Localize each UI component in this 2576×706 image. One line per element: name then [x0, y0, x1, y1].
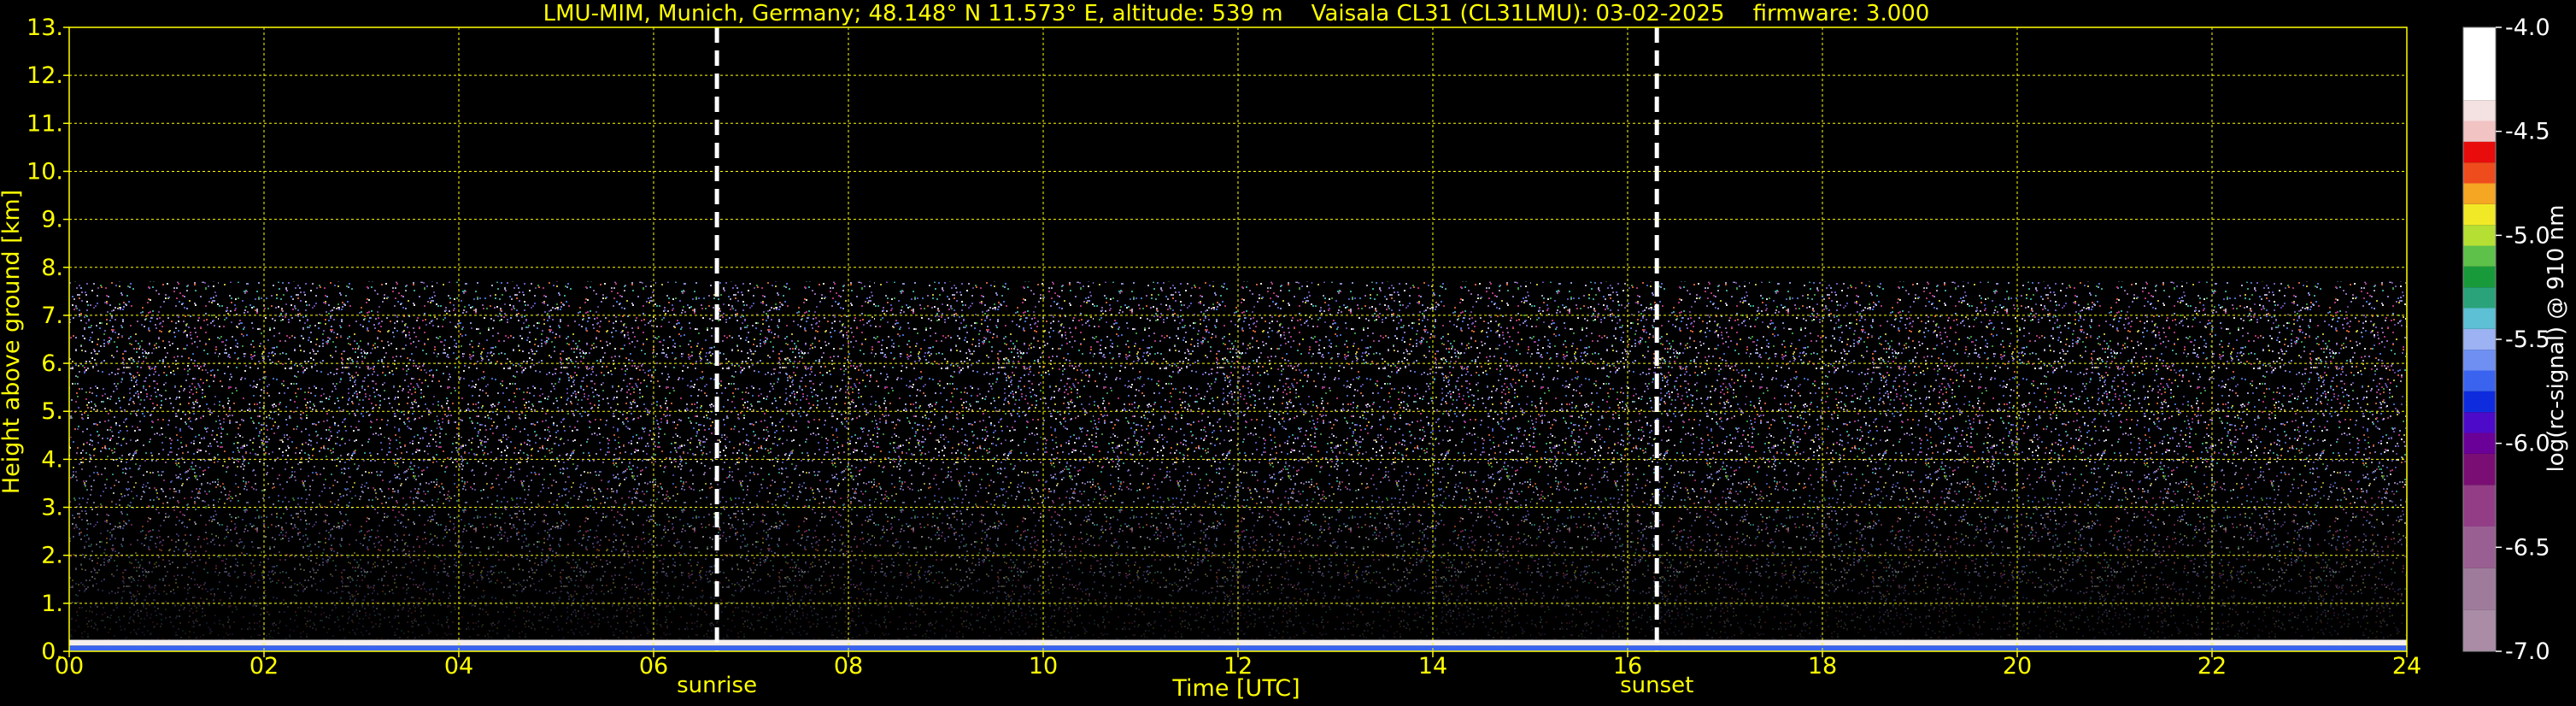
x-tick-label: 18	[1808, 653, 1837, 680]
x-tick-label: 22	[2198, 653, 2227, 680]
chart-title: LMU-MIM, Munich, Germany; 48.148° N 11.5…	[543, 1, 1930, 26]
colorbar-segment	[2463, 141, 2496, 163]
colorbar-segment	[2463, 162, 2496, 184]
colorbar-segment	[2463, 27, 2496, 101]
y-tick-label: 12.	[26, 62, 63, 89]
y-tick-label: 10.	[26, 158, 63, 185]
colorbar-segment	[2463, 391, 2496, 413]
colorbar-segment	[2463, 308, 2496, 329]
y-tick-label: 5.	[41, 398, 63, 425]
colorbar-segment	[2463, 266, 2496, 288]
colorbar-segment	[2463, 485, 2496, 527]
colorbar-segment	[2463, 287, 2496, 309]
y-tick-label: 0.	[41, 638, 63, 665]
colorbar-tick-label: -6.5	[2505, 534, 2550, 561]
colorbar-segment	[2463, 527, 2496, 568]
y-tick-label: 6.	[41, 350, 63, 377]
y-tick-label: 1.	[41, 591, 63, 617]
x-tick-label: 04	[444, 653, 473, 680]
y-axis-label: Height above ground [km]	[0, 190, 25, 494]
colorbar-segment	[2463, 225, 2496, 246]
colorbar-segment	[2463, 453, 2496, 485]
colorbar-segment	[2463, 609, 2496, 651]
y-tick-label: 9.	[41, 207, 63, 233]
x-tick-label: 06	[639, 653, 668, 680]
x-axis-label: Time [UTC]	[1171, 675, 1300, 702]
x-tick-label: 16	[1613, 653, 1642, 680]
colorbar-segment	[2463, 183, 2496, 204]
x-tick-label: 10	[1029, 653, 1058, 680]
colorbar-segment	[2463, 328, 2496, 350]
colorbar-segment	[2463, 432, 2496, 454]
colorbar-tick-label: -7.0	[2505, 638, 2550, 665]
colorbar-tick-label: -4.5	[2505, 119, 2550, 145]
y-tick-label: 4.	[41, 446, 63, 473]
colorbar-label: log(rc-signal) @ 910 nm	[2544, 205, 2569, 473]
y-tick-label: 3.	[41, 495, 63, 521]
colorbar-segment	[2463, 203, 2496, 226]
colorbar-tick-label: -4.0	[2505, 15, 2550, 41]
colorbar-segment	[2463, 121, 2496, 142]
event-label-sunrise: sunrise	[677, 673, 757, 698]
x-tick-label: 14	[1418, 653, 1447, 680]
x-tick-label: 02	[249, 653, 279, 680]
colorbar-segment	[2463, 245, 2496, 267]
x-tick-label: 08	[834, 653, 863, 680]
ceilometer-chart: sunrise sunset 00 02 04 06 08 10 12 14 16 18 20 22 24…	[0, 0, 2576, 706]
y-tick-label: 13.	[26, 15, 63, 41]
colorbar-segment	[2463, 100, 2496, 121]
colorbar-segment	[2463, 350, 2496, 371]
y-tick-label: 11.	[26, 110, 63, 137]
y-tick-label: 7.	[41, 303, 63, 329]
y-tick-label: 8.	[41, 255, 63, 281]
x-tick-label: 24	[2392, 653, 2421, 680]
x-tick-label: 20	[2003, 653, 2032, 680]
colorbar-segment	[2463, 568, 2496, 610]
y-tick-label: 2.	[41, 543, 63, 569]
colorbar-segment	[2463, 412, 2496, 433]
colorbar-segment	[2463, 370, 2496, 391]
